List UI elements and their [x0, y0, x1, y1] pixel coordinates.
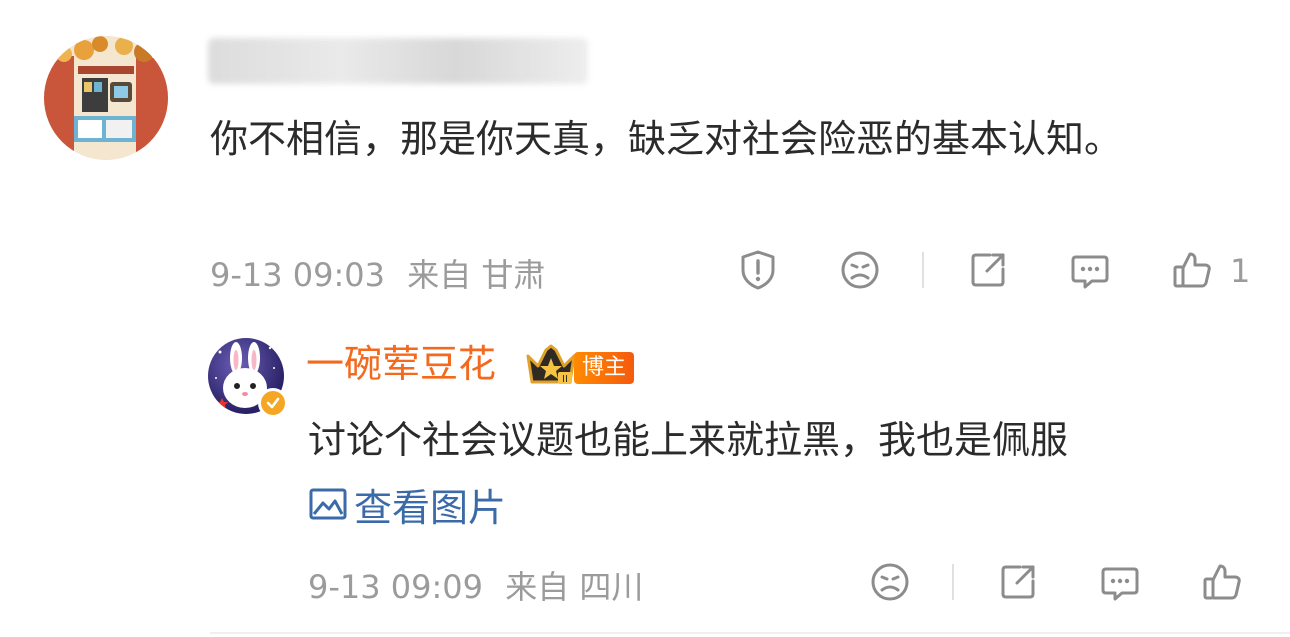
blurred-username[interactable] — [208, 38, 588, 84]
reply-username[interactable]: 一碗荤豆花 — [306, 338, 496, 390]
crown-level-text: II — [562, 374, 568, 385]
reply-meta: 9-13 09:09 来自 四川 — [308, 562, 643, 608]
view-image-label: 查看图片 — [354, 485, 507, 530]
reply-comment-button[interactable] — [1094, 556, 1146, 608]
like-icon — [1203, 564, 1241, 600]
dislike-button[interactable] — [834, 244, 886, 296]
comment-icon — [1071, 255, 1109, 289]
report-button[interactable] — [732, 244, 784, 296]
comment-meta: 9-13 09:03 来自 甘肃 — [210, 250, 545, 296]
dislike-icon — [871, 563, 909, 601]
reply-like-button[interactable] — [1196, 556, 1248, 608]
comment-text: 你不相信，那是你天真，缺乏对社会险恶的基本认知。 — [210, 117, 1123, 161]
comment-source: 来自 甘肃 — [407, 256, 546, 294]
like-icon — [1173, 252, 1211, 288]
reply-source: 来自 四川 — [505, 568, 644, 606]
comment-icon — [1101, 567, 1139, 601]
view-image-link[interactable]: 查看图片 — [308, 474, 506, 534]
comment-time: 9-13 09:03 — [210, 256, 386, 294]
share-icon — [1001, 565, 1035, 599]
like-count: 1 — [1230, 252, 1251, 290]
reply-time: 9-13 09:09 — [308, 568, 484, 606]
crown-level-icon: II — [524, 342, 578, 388]
action-divider — [952, 564, 954, 600]
report-icon — [741, 250, 775, 290]
reply-dislike-button[interactable] — [864, 556, 916, 608]
verified-badge-icon — [258, 388, 288, 418]
like-button[interactable] — [1166, 244, 1218, 296]
shopfront-avatar-image — [44, 36, 168, 160]
avatar[interactable] — [44, 36, 168, 160]
comment-button[interactable] — [1064, 244, 1116, 296]
reply-text: 讨论个社会议题也能上来就拉黑，我也是佩服 — [308, 418, 1069, 462]
dislike-icon — [841, 251, 879, 289]
share-button[interactable] — [962, 244, 1014, 296]
divider — [210, 632, 1290, 634]
blogger-badge: 博主 — [574, 352, 635, 384]
check-icon — [266, 397, 280, 409]
image-icon — [309, 488, 347, 520]
share-icon — [971, 253, 1005, 287]
reply-share-button[interactable] — [992, 556, 1044, 608]
action-divider — [922, 252, 924, 288]
